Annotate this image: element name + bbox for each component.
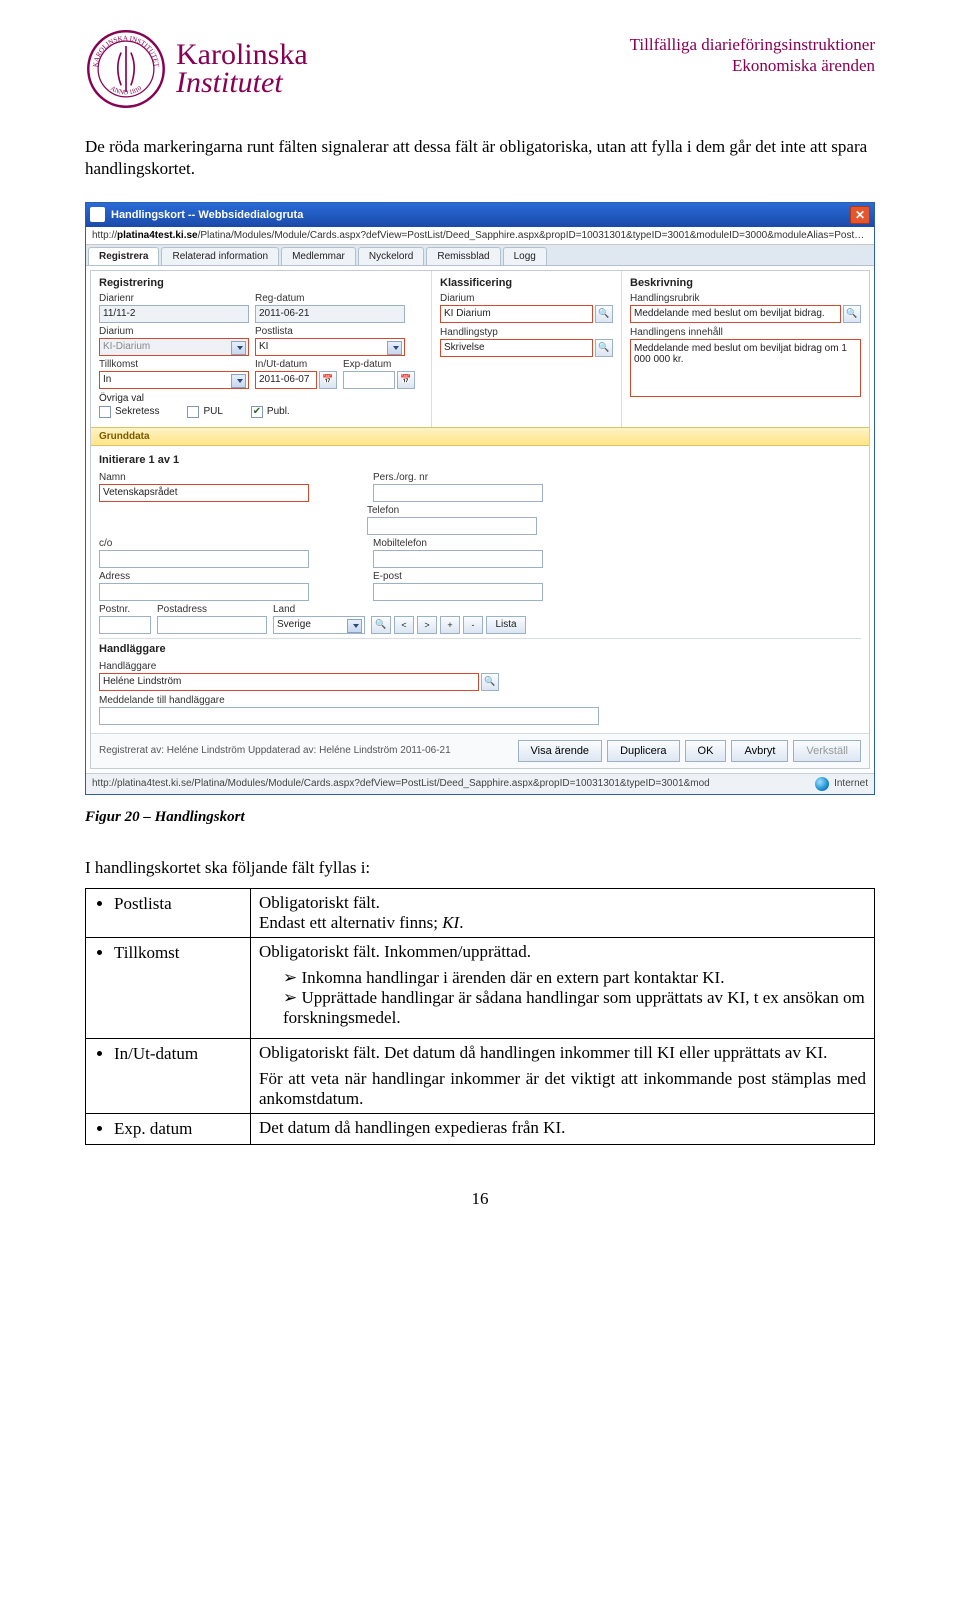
initierare-heading: Initierare 1 av 1 — [99, 454, 861, 466]
tab-registrera[interactable]: Registrera — [88, 247, 159, 265]
postnr-field[interactable] — [99, 616, 151, 634]
exp-datum-field[interactable] — [343, 371, 395, 389]
brand-line2: Institutet — [176, 69, 308, 98]
verkstall-button: Verkställ — [793, 740, 861, 762]
next-icon[interactable]: > — [417, 616, 437, 634]
handlaggare-field[interactable]: Heléne Lindström — [99, 673, 479, 691]
status-url: http://platina4test.ki.se/Platina/Module… — [92, 778, 710, 789]
address-bar[interactable]: http://platina4test.ki.se/Platina/Module… — [86, 227, 874, 245]
meddelande-field[interactable] — [99, 707, 599, 725]
regdatum-field: 2011-06-21 — [255, 305, 405, 323]
search-icon[interactable]: 🔍 — [481, 673, 499, 691]
globe-icon — [815, 777, 829, 791]
table-intro: I handlingskortet ska följande fält fyll… — [85, 858, 875, 878]
logo: KAROLINSKA INSTITUTET ANNO 1810 Karolins… — [85, 28, 308, 110]
remove-icon[interactable]: - — [463, 616, 483, 634]
klass-diarium-field[interactable]: KI Diarium — [440, 305, 593, 323]
handlingens-innehall-field[interactable]: Meddelande med beslut om beviljat bidrag… — [630, 339, 861, 397]
telefon-field[interactable] — [367, 517, 537, 535]
window-title: Handlingskort -- Webbsidedialogruta — [111, 209, 303, 221]
group-klassificering: Klassificering — [440, 277, 613, 289]
lista-button[interactable]: Lista — [486, 616, 526, 634]
search-icon[interactable]: 🔍 — [843, 305, 861, 323]
tab-remissblad[interactable]: Remissblad — [426, 247, 500, 265]
postadress-field[interactable] — [157, 616, 267, 634]
persorg-field[interactable] — [373, 484, 543, 502]
ok-button[interactable]: OK — [685, 740, 727, 762]
tab-logg[interactable]: Logg — [503, 247, 547, 265]
epost-field[interactable] — [373, 583, 543, 601]
group-registrering: Registrering — [99, 277, 423, 289]
status-zone: Internet — [815, 777, 868, 791]
close-icon[interactable]: ✕ — [850, 206, 870, 224]
visa-arende-button[interactable]: Visa ärende — [518, 740, 603, 762]
definitions-table: Postlista Obligatoriskt fält. Endast ett… — [85, 888, 875, 1145]
search-icon[interactable]: 🔍 — [595, 339, 613, 357]
calendar-icon[interactable]: 📅 — [319, 371, 337, 389]
figure-caption: Figur 20 – Handlingskort — [85, 809, 875, 826]
inut-datum-field[interactable]: 2011-06-07 — [255, 371, 317, 389]
handlingsrubrik-field[interactable]: Meddelande med beslut om beviljat bidrag… — [630, 305, 841, 323]
seal-icon: KAROLINSKA INSTITUTET ANNO 1810 — [85, 28, 167, 110]
handlingskort-dialog: Handlingskort -- Webbsidedialogruta ✕ ht… — [85, 202, 875, 795]
avbryt-button[interactable]: Avbryt — [731, 740, 788, 762]
prev-icon[interactable]: < — [394, 616, 414, 634]
subtab-grunddata[interactable]: Grunddata — [91, 427, 869, 446]
diarium-select[interactable]: KI-Diarium — [99, 338, 249, 356]
titlebar[interactable]: Handlingskort -- Webbsidedialogruta ✕ — [86, 203, 874, 227]
handlaggare-heading: Handläggare — [99, 643, 861, 655]
doc-category: Tillfälliga diarieföringsinstruktioner E… — [630, 34, 875, 77]
tab-relaterad[interactable]: Relaterad information — [161, 247, 279, 265]
tab-nyckelord[interactable]: Nyckelord — [358, 247, 424, 265]
calendar-icon[interactable]: 📅 — [397, 371, 415, 389]
search-icon[interactable]: 🔍 — [371, 616, 391, 634]
publ-checkbox[interactable]: ✔Publ. — [251, 406, 290, 418]
group-beskrivning: Beskrivning — [630, 277, 861, 289]
handlingstyp-field[interactable]: Skrivelse — [440, 339, 593, 357]
sekretess-checkbox[interactable]: Sekretess — [99, 406, 159, 418]
tab-medlemmar[interactable]: Medlemmar — [281, 247, 356, 265]
co-field[interactable] — [99, 550, 309, 568]
intro-paragraph: De röda markeringarna runt fälten signal… — [85, 136, 875, 180]
brand-line1: Karolinska — [176, 41, 308, 70]
footer-meta: Registrerat av: Heléne Lindström Uppdate… — [99, 745, 451, 756]
postlista-select[interactable]: KI — [255, 338, 405, 356]
tab-row: Registrera Relaterad information Medlemm… — [86, 245, 874, 266]
land-select[interactable]: Sverige — [273, 616, 365, 634]
adress-field[interactable] — [99, 583, 309, 601]
mobil-field[interactable] — [373, 550, 543, 568]
tillkomst-select[interactable]: In — [99, 371, 249, 389]
add-icon[interactable]: + — [440, 616, 460, 634]
window-icon — [90, 207, 105, 222]
diarienr-field: 11/11-2 — [99, 305, 249, 323]
duplicera-button[interactable]: Duplicera — [607, 740, 679, 762]
page-number: 16 — [85, 1189, 875, 1209]
pul-checkbox[interactable]: PUL — [187, 406, 222, 418]
search-icon[interactable]: 🔍 — [595, 305, 613, 323]
namn-field[interactable]: Vetenskapsrådet — [99, 484, 309, 502]
